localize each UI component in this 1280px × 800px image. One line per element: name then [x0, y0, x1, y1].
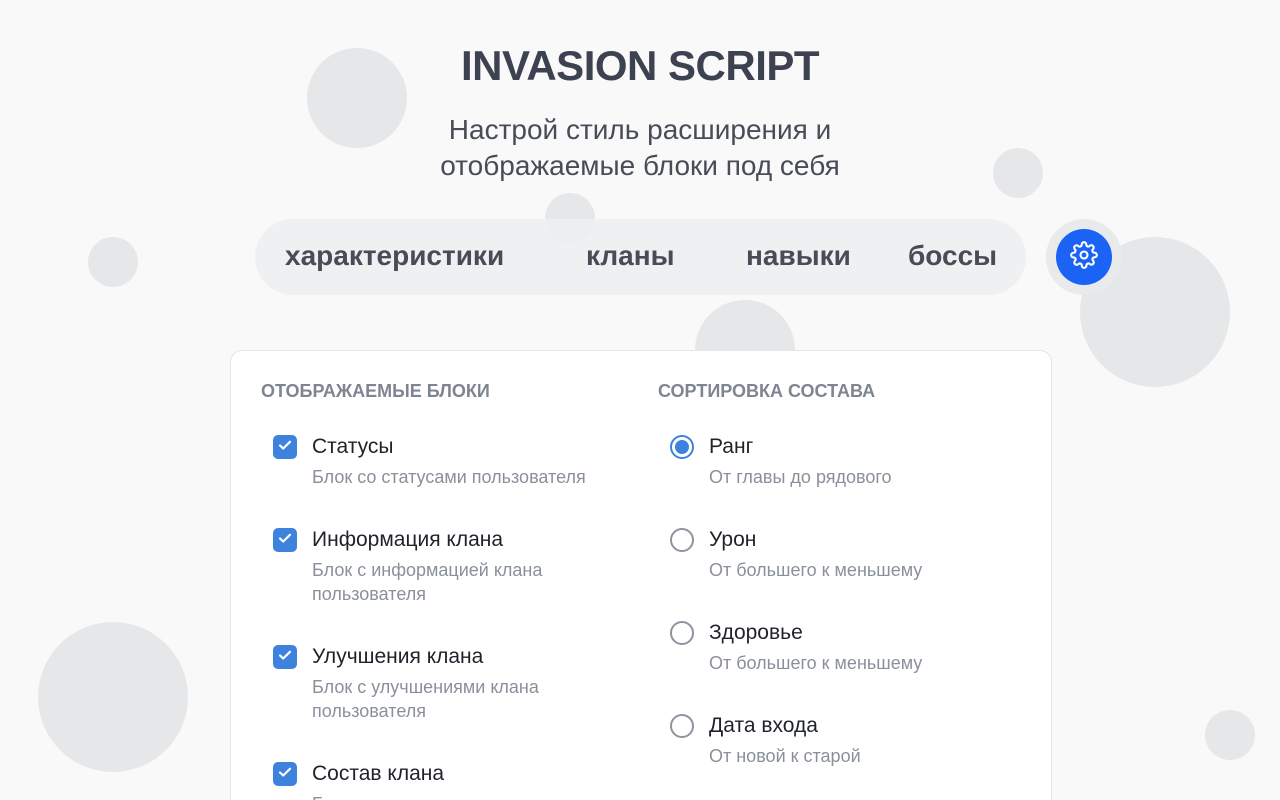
settings-button-container	[1046, 219, 1122, 295]
option-description: От новой к старой	[709, 746, 861, 766]
option-description: Блок с составом клана	[312, 792, 612, 800]
option-label: Ранг	[709, 435, 754, 458]
option-label: Урон	[709, 528, 757, 551]
decorative-circle	[88, 237, 138, 287]
tab-skills[interactable]: навыки	[746, 219, 851, 295]
radio-button[interactable]	[670, 528, 694, 552]
option-label: Статусы	[312, 435, 394, 458]
checkbox[interactable]	[273, 645, 297, 669]
settings-panel: ОТОБРАЖАЕМЫЕ БЛОКИ СОРТИРОВКА СОСТАВА Ст…	[230, 350, 1052, 800]
option-label: Информация клана	[312, 528, 504, 551]
checkbox[interactable]	[273, 435, 297, 459]
tab-characteristics[interactable]: характеристики	[285, 219, 504, 295]
checkmark-icon	[277, 764, 293, 785]
sorting-heading: СОРТИРОВКА СОСТАВА	[658, 381, 876, 401]
tab-clans[interactable]: кланы	[586, 219, 675, 295]
checkmark-icon	[277, 530, 293, 551]
option-description: Блок со статусами пользователя	[312, 467, 586, 487]
decorative-circle	[38, 622, 188, 772]
app-title: INVASION SCRIPT	[460, 42, 820, 89]
subtitle-line-1: Настрой стиль расширения и	[448, 114, 832, 145]
option-description: Блок с информацией клана пользователя	[312, 560, 543, 604]
option-label: Улучшения клана	[312, 645, 484, 668]
option-description: От большего к меньшему	[709, 653, 923, 673]
option-label: Здоровье	[709, 621, 803, 644]
option-label: Дата входа	[709, 714, 818, 737]
checkmark-icon	[277, 647, 293, 668]
option-label: Состав клана	[312, 762, 445, 785]
radio-button[interactable]	[670, 435, 694, 459]
tab-bosses[interactable]: боссы	[908, 219, 997, 295]
option-description: От большего к меньшему	[709, 560, 923, 580]
page: INVASION SCRIPT Настрой стиль расширения…	[0, 0, 1280, 800]
tab-bar: характеристики кланы навыки боссы	[255, 219, 1026, 295]
checkbox[interactable]	[273, 528, 297, 552]
settings-button[interactable]	[1056, 229, 1112, 285]
subtitle-line-2: отображаемые блоки под себя	[440, 150, 840, 181]
radio-button[interactable]	[670, 714, 694, 738]
gear-icon	[1070, 240, 1098, 274]
option-description: Блок с улучшениями клана пользователя	[312, 677, 539, 721]
radio-button[interactable]	[670, 621, 694, 645]
option-description: От главы до рядового	[709, 467, 892, 487]
blocks-heading: ОТОБРАЖАЕМЫЕ БЛОКИ	[261, 381, 490, 401]
decorative-circle	[1205, 710, 1255, 760]
checkmark-icon	[277, 437, 293, 458]
checkbox[interactable]	[273, 762, 297, 786]
app-subtitle: Настрой стиль расширения и отображаемые …	[0, 112, 1280, 184]
